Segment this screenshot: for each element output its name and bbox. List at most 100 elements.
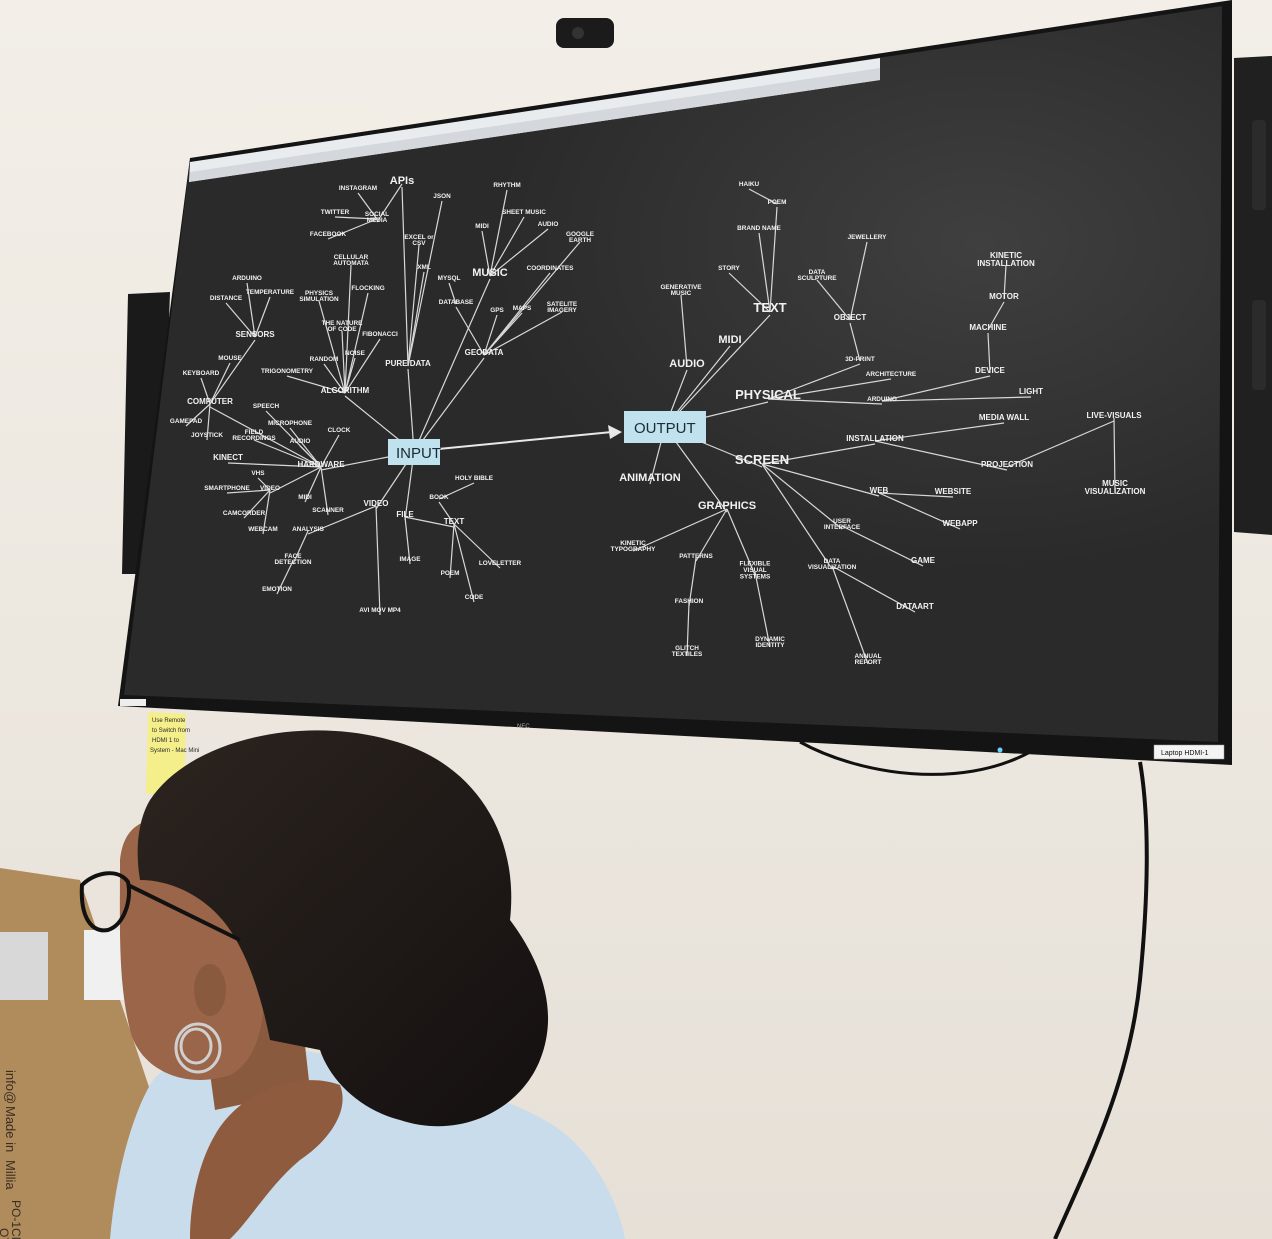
- mindmap-node-geodata: GEODATA: [465, 348, 504, 357]
- input-node[interactable]: INPUT: [388, 439, 441, 465]
- mindmap-node-device: DEVICE: [975, 366, 1005, 375]
- sticky-note-line: Use Remote: [152, 718, 186, 724]
- mindmap-node-patterns: PATTERNS: [679, 553, 713, 560]
- mindmap-node-mysql: MYSQL: [438, 275, 461, 282]
- mindmap-node-emotion: EMOTION: [262, 586, 292, 593]
- mindmap-node-media-wall: MEDIA WALL: [979, 413, 1029, 422]
- svg-text:info@: info@: [3, 1070, 18, 1104]
- mindmap-node-sensors: SENSORS: [235, 330, 275, 339]
- mindmap-node-story: STORY: [718, 265, 740, 272]
- mindmap-node-web: WEB: [870, 486, 889, 495]
- mindmap-node-google-earth: GOOGLE EARTH: [566, 231, 595, 244]
- mindmap-node-brand-name: BRAND NAME: [737, 225, 781, 232]
- mindmap-node-screen: SCREEN: [735, 452, 789, 467]
- mindmap-node-dynamic-identity: DYNAMIC IDENTITY: [755, 636, 785, 649]
- mindmap-node-live-visuals: LIVE-VISUALS: [1086, 411, 1142, 420]
- mindmap-node-poem-in: POEM: [441, 570, 460, 577]
- sticky-note-line: to Switch from: [152, 728, 190, 734]
- mindmap-node-haiku: HAIKU: [739, 181, 760, 188]
- mindmap-node-gps: GPS: [490, 307, 504, 314]
- mindmap-node-rhythm: RHYTHM: [493, 182, 520, 189]
- mindmap-node-midi-in: MIDI: [298, 494, 312, 501]
- mindmap-node-midi-music: MIDI: [475, 223, 489, 230]
- mindmap-node-pure-data: PURE DATA: [385, 359, 431, 368]
- mindmap-node-projection: PROJECTION: [981, 460, 1033, 469]
- svg-text:Millia: Millia: [3, 1160, 18, 1190]
- mindmap-node-motor: MOTOR: [989, 292, 1019, 301]
- mindmap-node-webcam: WEBCAM: [248, 526, 277, 533]
- mindmap-node-light: LIGHT: [1019, 387, 1043, 396]
- mindmap-node-fashion: FASHION: [675, 598, 704, 605]
- mindmap-node-holy-bible: HOLY BIBLE: [455, 475, 494, 482]
- mindmap-node-keyboard: KEYBOARD: [183, 370, 220, 377]
- output-node[interactable]: OUTPUT: [624, 411, 706, 443]
- mindmap-node-music: MUSIC: [472, 267, 508, 279]
- mindmap-node-file: FILE: [396, 510, 414, 519]
- power-cable: [1053, 761, 1149, 1239]
- mindmap-node-loveletter: LOVELETTER: [479, 560, 522, 567]
- mindmap-node-poem-out: POEM: [768, 199, 787, 206]
- mindmap-node-webapp: WEBAPP: [942, 519, 978, 528]
- mindmap-node-arduino-in: ARDUINO: [232, 275, 262, 282]
- mindmap-node-jewellery: JEWELLERY: [848, 234, 888, 241]
- mindmap-node-video: VIDEO: [364, 499, 389, 508]
- mindmap-node-random: RANDOM: [310, 356, 339, 363]
- mindmap-node-code: CODE: [465, 594, 484, 601]
- mindmap-node-animation: ANIMATION: [619, 472, 681, 484]
- mindmap-node-video-small: VIDEO: [260, 485, 280, 492]
- sticky-note-line: HDMI 1 to: [152, 738, 180, 744]
- mindmap-node-microphone: MICROPHONE: [268, 420, 313, 427]
- mindmap-node-noise: NOISE: [345, 350, 366, 357]
- mindmap-node-vhs: VHS: [251, 470, 265, 477]
- mindmap-node-social-media: SOCIAL MEDIA: [365, 211, 389, 224]
- input-label: Laptop HDMI-1: [1161, 750, 1209, 757]
- mindmap-node-image: IMAGE: [400, 556, 422, 563]
- mindmap-node-fibonacci: FIBONACCI: [362, 331, 398, 338]
- mindmap-node-temperature: TEMPERATURE: [246, 289, 295, 296]
- mindmap-node-analysis: ANALYSIS: [292, 526, 324, 533]
- mindmap-node-graphics: GRAPHICS: [698, 500, 756, 512]
- mindmap-node-twitter: TWITTER: [321, 209, 350, 216]
- mindmap-node-annual-report: ANNUAL REPORT: [855, 653, 882, 666]
- mindmap-node-machine: MACHINE: [969, 323, 1007, 332]
- mindmap-node-distance: DISTANCE: [210, 295, 243, 302]
- mindmap-node-speech: SPEECH: [253, 403, 280, 410]
- mindmap-node-glitch-textiles: GLITCH TEXTILES: [672, 645, 703, 658]
- mindmap-node-hardware: HARDWARE: [297, 460, 345, 469]
- mindmap-node-object: OBJECT: [834, 313, 867, 322]
- mindmap-node-installation: INSTALLATION: [846, 434, 904, 443]
- mindmap-node-print3d: 3D-PRINT: [845, 356, 875, 363]
- output-node-label: OUTPUT: [634, 420, 696, 437]
- mindmap-node-facebook: FACEBOOK: [310, 231, 347, 238]
- mindmap-node-satellite: SATELITE IMAGERY: [547, 301, 578, 314]
- mindmap-node-coordinates: COORDINATES: [527, 265, 574, 272]
- mindmap-node-trigonometry: TRIGONOMETRY: [261, 368, 314, 375]
- mindmap-node-architecture: ARCHITECTURE: [866, 371, 917, 378]
- mindmap-node-cellular: CELLULAR AUTOMATA: [333, 254, 369, 267]
- mindmap-node-mouse: MOUSE: [218, 355, 242, 362]
- mindmap-node-book: BOOK: [429, 494, 449, 501]
- mindmap-node-audio-in: AUDIO: [290, 438, 311, 445]
- mindmap-node-kinect: KINECT: [213, 453, 243, 462]
- wall-speaker: [1234, 56, 1272, 535]
- mindmap-node-game: GAME: [911, 556, 936, 565]
- mindmap-node-audio-music: AUDIO: [538, 221, 559, 228]
- mindmap-node-scanner: SCANNER: [312, 507, 344, 514]
- mindmap-node-midi-out: MIDI: [718, 334, 741, 346]
- mindmap-node-flocking: FLOCKING: [351, 285, 384, 292]
- mindmap-node-clock: CLOCK: [328, 427, 351, 434]
- mindmap-node-json: JSON: [433, 193, 451, 200]
- scene: NEC Laptop HDMI-1 APIs INSTAGRAM TWITTER SO…: [0, 0, 1272, 1239]
- power-led: [997, 747, 1003, 753]
- mindmap-node-physical: PHYSICAL: [735, 387, 801, 402]
- mindmap-node-sheet-music: SHEET MUSIC: [502, 209, 546, 216]
- mindmap-node-camcorder: CAMCORDER: [223, 510, 266, 517]
- svg-text:Made in: Made in: [3, 1106, 18, 1152]
- mindmap-node-dataart: DATAART: [896, 602, 934, 611]
- mindmap-node-computer: COMPUTER: [187, 397, 233, 406]
- mindmap-node-xml: XML: [417, 264, 431, 271]
- input-node-label: INPUT: [396, 445, 441, 462]
- svg-text:QTY: QTY: [0, 1228, 11, 1239]
- mindmap-node-apis: APIs: [390, 175, 414, 187]
- webcam-device: [556, 18, 614, 48]
